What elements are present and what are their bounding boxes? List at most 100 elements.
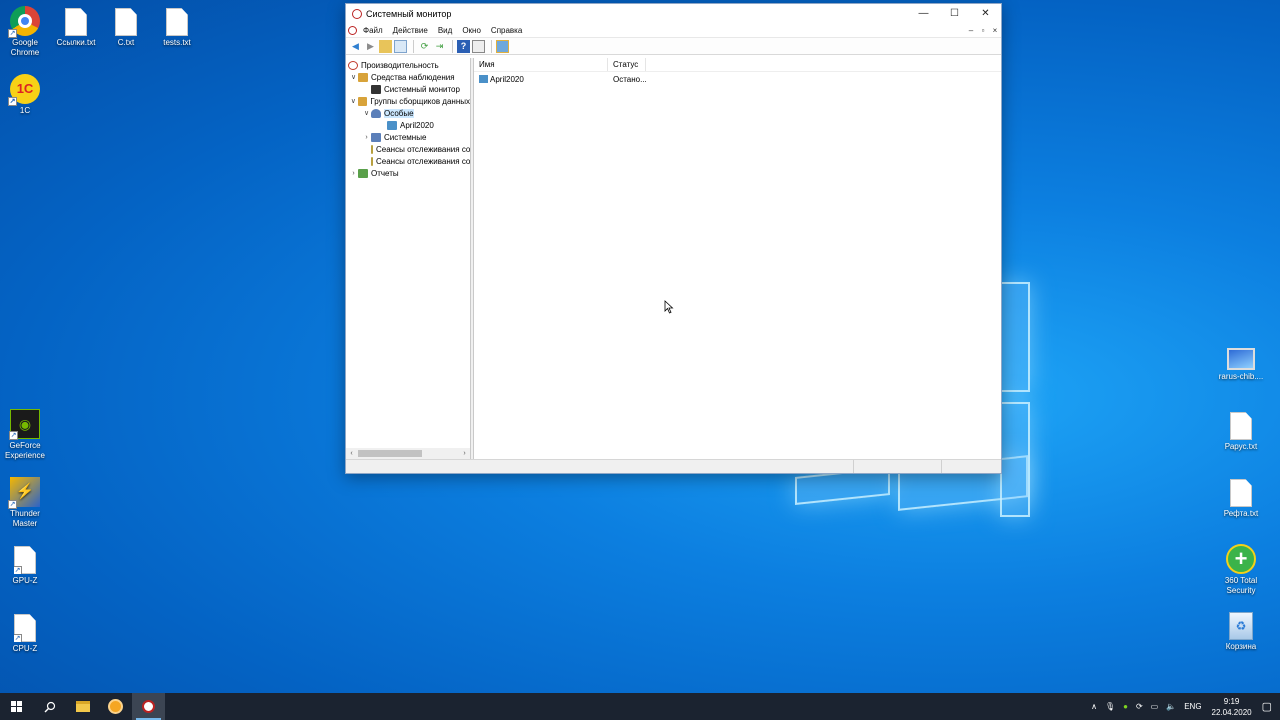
- desktop-icon-label: Корзина: [1225, 642, 1257, 651]
- back-icon[interactable]: ◀: [349, 40, 362, 53]
- mdi-restore-button[interactable]: ▫: [977, 26, 989, 35]
- search-icon[interactable]: [33, 693, 66, 720]
- text-file-icon: [166, 8, 188, 36]
- desktop-icon-label: GeForce Experience: [4, 441, 46, 460]
- language-indicator[interactable]: ENG: [1184, 702, 1201, 711]
- perfmon-taskbar-icon[interactable]: [132, 693, 165, 720]
- scroll-left-icon[interactable]: ‹: [346, 450, 357, 457]
- microphone-icon[interactable]: 🎙: [1105, 702, 1115, 711]
- file-explorer-icon[interactable]: [66, 693, 99, 720]
- start-icon[interactable]: [0, 693, 33, 720]
- folder-icon: [358, 72, 368, 82]
- computer-icon: [1227, 348, 1255, 370]
- properties-icon[interactable]: [472, 39, 485, 53]
- tree-node-data-collector-sets[interactable]: ∨ Группы сборщиков данных: [346, 95, 470, 107]
- desktop-icon-c-txt[interactable]: C.txt: [98, 6, 154, 48]
- show-hide-tree-icon[interactable]: [394, 39, 407, 53]
- reports-icon: [358, 168, 368, 178]
- desktop-icon-thunder[interactable]: ⚡ ↗ Thunder Master: [0, 477, 53, 529]
- collector-list-view: Имя Статус April2020 Остано...: [473, 58, 1001, 459]
- tree-node-system[interactable]: › Системные: [346, 131, 470, 143]
- volume-icon[interactable]: 🔈: [1166, 702, 1176, 711]
- desktop-icon-1c[interactable]: 1С ↗ 1С: [0, 74, 53, 116]
- collector-set-icon: [479, 75, 488, 83]
- up-folder-icon[interactable]: [379, 39, 392, 53]
- desktop-icon-tests-txt[interactable]: tests.txt: [149, 6, 205, 48]
- mdi-minimize-button[interactable]: –: [965, 26, 977, 35]
- tree-horizontal-scrollbar[interactable]: ‹ ›: [346, 448, 470, 459]
- minimize-button[interactable]: —: [908, 4, 939, 23]
- column-header-status[interactable]: Статус: [608, 58, 646, 71]
- clock[interactable]: 9:19 22.04.2020: [1212, 696, 1252, 718]
- menu-file[interactable]: Файл: [363, 26, 383, 35]
- clock-time: 9:19: [1223, 696, 1240, 706]
- scroll-track[interactable]: [357, 448, 459, 459]
- tree-node-performance[interactable]: Производительность: [346, 59, 470, 71]
- desktop-icon-label: GPU-Z: [12, 576, 38, 585]
- notifications-icon[interactable]: ▢: [1262, 700, 1272, 713]
- file-shortcut-icon: ↗: [14, 614, 36, 642]
- desktop-icon-rarus-txt[interactable]: Рарус.txt: [1213, 410, 1269, 452]
- chevron-down-icon[interactable]: ∨: [349, 97, 358, 105]
- menu-action[interactable]: Действие: [393, 26, 428, 35]
- title-bar[interactable]: Системный монитор — ☐ ✕: [346, 4, 1001, 23]
- export-list-icon[interactable]: ⇥: [433, 40, 446, 53]
- update-icon[interactable]: ⟳: [1136, 702, 1143, 711]
- desktop-icon-refta-txt[interactable]: Рефта.txt: [1213, 477, 1269, 519]
- desktop-icon-rarus-computer[interactable]: rarus-chib....: [1213, 342, 1269, 382]
- chevron-down-icon[interactable]: ∨: [349, 73, 358, 81]
- desktop-icon-cpuz[interactable]: ↗ CPU-Z: [0, 612, 53, 654]
- text-file-icon: [115, 8, 137, 36]
- desktop-icon-gpuz[interactable]: ↗ GPU-Z: [0, 544, 53, 586]
- menu-view[interactable]: Вид: [438, 26, 452, 35]
- desktop-icon-links-txt[interactable]: Ссылки.txt: [48, 6, 104, 48]
- chevron-right-icon[interactable]: ›: [349, 170, 358, 177]
- window-content: Производительность ∨ Средства наблюдения…: [346, 58, 1001, 459]
- performance-icon: [348, 60, 358, 70]
- performance-monitor-window: Системный монитор — ☐ ✕ Файл Действие Ви…: [345, 3, 1002, 474]
- refresh-icon[interactable]: ⟳: [418, 40, 431, 53]
- nvidia-icon: ◉ ↗: [9, 409, 40, 440]
- tree-node-label: Системные: [384, 132, 427, 142]
- desktop-icon-chrome[interactable]: ↗ Google Chrome: [0, 6, 53, 58]
- tree-node-label: Отчеты: [371, 168, 399, 178]
- tree-node-monitoring-tools[interactable]: ∨ Средства наблюдения: [346, 71, 470, 83]
- menu-window[interactable]: Окно: [462, 26, 481, 35]
- menu-help[interactable]: Справка: [491, 26, 522, 35]
- window-title: Системный монитор: [366, 8, 452, 19]
- tree-node-event-trace-sessions[interactable]: Сеансы отслеживания событий: [346, 143, 470, 155]
- desktop-icon-label: C.txt: [117, 38, 135, 47]
- desktop-icon-label: 360 Total Security: [1224, 576, 1258, 595]
- status-pane: [854, 460, 942, 473]
- app-orange-icon[interactable]: [99, 693, 132, 720]
- navigation-tree: Производительность ∨ Средства наблюдения…: [346, 58, 471, 459]
- help-icon[interactable]: ?: [457, 39, 470, 53]
- tree-node-system-monitor[interactable]: Системный монитор: [346, 83, 470, 95]
- trace-session-icon: [371, 156, 373, 166]
- desktop-icon-recycle-bin[interactable]: ♻ Корзина: [1213, 612, 1269, 652]
- list-item[interactable]: April2020 Остано...: [474, 72, 1001, 86]
- new-collector-icon[interactable]: [496, 39, 509, 53]
- forward-icon[interactable]: ▶: [364, 40, 377, 53]
- tree-node-user-defined[interactable]: ∨ Особые: [346, 107, 470, 119]
- chevron-up-icon[interactable]: ∧: [1091, 702, 1097, 711]
- tree-node-startup-event-trace-sessions[interactable]: Сеансы отслеживания событий запуска: [346, 155, 470, 167]
- scroll-thumb[interactable]: [358, 450, 422, 457]
- file-shortcut-icon: ↗: [14, 546, 36, 574]
- clock-date: 22.04.2020: [1211, 707, 1252, 717]
- desktop-icon-360-security[interactable]: + 360 Total Security: [1213, 544, 1269, 596]
- app-green-icon[interactable]: ●: [1123, 702, 1128, 711]
- maximize-button[interactable]: ☐: [939, 4, 970, 23]
- desktop-icon-geforce[interactable]: ◉ ↗ GeForce Experience: [0, 409, 53, 461]
- column-header-name[interactable]: Имя: [474, 58, 608, 71]
- perfmon-icon: [352, 8, 362, 19]
- close-button[interactable]: ✕: [970, 4, 1001, 23]
- tree-node-reports[interactable]: › Отчеты: [346, 167, 470, 179]
- network-icon[interactable]: ▭: [1151, 702, 1159, 711]
- mdi-close-button[interactable]: ×: [989, 26, 1001, 35]
- tree-node-april2020[interactable]: April2020: [346, 119, 470, 131]
- perfmon-menu-icon[interactable]: [348, 25, 357, 35]
- chevron-down-icon[interactable]: ∨: [362, 109, 371, 117]
- scroll-right-icon[interactable]: ›: [459, 450, 470, 457]
- chevron-right-icon[interactable]: ›: [362, 134, 371, 141]
